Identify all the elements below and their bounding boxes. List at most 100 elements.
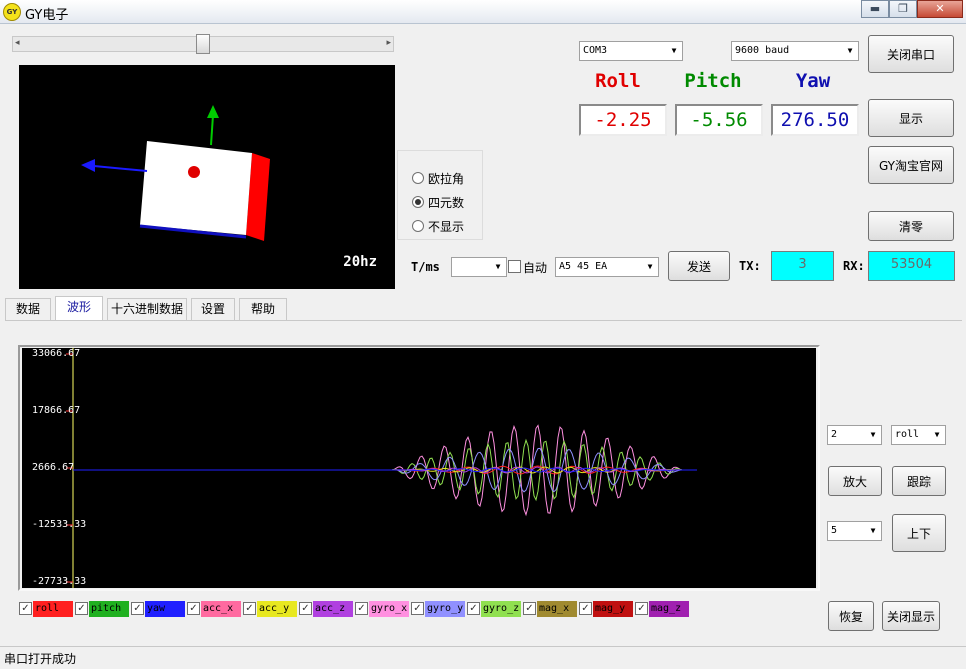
legend-checkbox[interactable]: ✓ [467,602,480,615]
rotation-slider[interactable]: ◂ ▸ [12,34,394,54]
baud-value: 9600 baud [735,45,790,56]
tab-panel-border [5,320,962,321]
chevron-down-icon[interactable]: ▼ [865,522,881,540]
y-tick-label: -27733.33 [32,576,87,587]
tx-label: TX: [739,259,761,273]
legend-checkbox[interactable]: ✓ [299,602,312,615]
minimize-icon: ▬ [869,2,881,15]
y-tick-label: 17866.67 [32,405,81,416]
orientation-3d-view: 20hz [19,65,395,289]
y-axis-arrow [207,105,219,118]
restore-button[interactable]: 恢复 [828,601,874,631]
chevron-down-icon[interactable]: ▼ [642,258,658,276]
step-value: 5 [831,525,838,536]
y-tick-label: 33066.67 [32,348,81,359]
command-select[interactable]: A5 45 EA ▼ [555,257,659,277]
tab-help[interactable]: 帮助 [239,298,287,320]
tab-settings[interactable]: 设置 [191,298,235,320]
radio-button[interactable] [412,196,424,208]
auto-checkbox[interactable] [508,260,521,273]
port-select[interactable]: COM3 ▼ [579,41,683,61]
window-title: GY电子 [25,8,69,23]
pitch-value: -5.56 [675,104,763,136]
status-text: 串口打开成功 [4,652,77,666]
baud-select[interactable]: 9600 baud ▼ [731,41,859,61]
maximize-button[interactable]: ❐ [889,0,917,18]
legend-label: pitch [89,601,129,617]
legend-label: acc_y [257,601,297,617]
legend-checkbox[interactable]: ✓ [355,602,368,615]
track-button[interactable]: 跟踪 [892,466,946,496]
chevron-down-icon[interactable]: ▼ [865,426,881,444]
waveform-plot: 33066.67 17866.67 2666.67 -12533.33 -277… [22,348,816,588]
y-tick-label: -12533.33 [32,519,87,530]
tab-waveform[interactable]: 波形 [55,296,103,320]
period-select[interactable]: ▼ [451,257,507,277]
legend-label: roll [33,601,73,617]
auto-label: 自动 [523,261,548,275]
yaw-value: 276.50 [771,104,859,136]
zoom-button[interactable]: 放大 [828,466,882,496]
radio-button[interactable] [412,220,424,232]
legend-label: acc_x [201,601,241,617]
close-port-button[interactable]: 关闭串口 [868,35,954,73]
slider-right-arrow-icon[interactable]: ▸ [386,38,391,48]
website-button[interactable]: GY淘宝官网 [868,146,954,184]
channel-select[interactable]: roll ▼ [891,425,946,445]
x-axis-arrow [81,159,95,172]
box-front-face [140,141,252,235]
legend-checkbox[interactable]: ✓ [579,602,592,615]
yaw-label: Yaw [795,70,831,92]
legend-checkbox[interactable]: ✓ [243,602,256,615]
y-axis-line [210,114,214,146]
status-bar: 串口打开成功 [0,646,966,669]
legend-checkbox[interactable]: ✓ [523,602,536,615]
channel-value: roll [895,429,920,440]
radio-label: 不显示 [428,220,465,234]
app-logo-icon: GY [3,3,21,21]
minimize-button[interactable]: ▬ [861,0,889,18]
legend-checkbox[interactable]: ✓ [187,602,200,615]
maximize-icon: ❐ [898,2,908,15]
legend-checkbox[interactable]: ✓ [19,602,32,615]
slider-thumb[interactable] [196,34,210,54]
tab-data[interactable]: 数据 [5,298,51,320]
center-dot [188,166,200,178]
x-axis-line [93,165,148,172]
radio-label: 四元数 [428,196,465,210]
legend-label: mag_x [537,601,577,617]
legend-checkbox[interactable]: ✓ [75,602,88,615]
title-bar: GY GY电子 ▬ ❐ ✕ [0,0,966,24]
3d-model-graphic [81,105,270,241]
chevron-down-icon[interactable]: ▼ [490,258,506,276]
slider-left-arrow-icon[interactable]: ◂ [15,38,20,48]
legend-label: mag_z [649,601,689,617]
roll-value: -2.25 [579,104,667,136]
legend-label: acc_z [313,601,353,617]
tx-count: 3 [771,251,834,281]
chevron-down-icon[interactable]: ▼ [929,426,945,444]
scale-select[interactable]: 2 ▼ [827,425,882,445]
legend-checkbox[interactable]: ✓ [131,602,144,615]
close-window-button[interactable]: ✕ [917,0,963,18]
display-mode-group: 欧拉角 四元数 不显示 [397,150,483,240]
update-rate-label: 20hz [343,254,377,270]
updown-button[interactable]: 上下 [892,514,946,552]
tab-hex-data[interactable]: 十六进制数据 [107,298,187,320]
rx-count: 53504 [868,251,955,281]
command-value: A5 45 EA [559,261,608,272]
radio-label: 欧拉角 [428,172,465,186]
show-button[interactable]: 显示 [868,99,954,137]
radio-button[interactable] [412,172,424,184]
send-button[interactable]: 发送 [668,251,730,281]
chevron-down-icon[interactable]: ▼ [842,42,858,60]
step-select[interactable]: 5 ▼ [827,521,882,541]
rx-label: RX: [843,259,865,273]
close-display-button[interactable]: 关闭显示 [882,601,940,631]
legend-checkbox[interactable]: ✓ [635,602,648,615]
chevron-down-icon[interactable]: ▼ [666,42,682,60]
port-value: COM3 [583,45,608,56]
pitch-label: Pitch [684,70,742,92]
zero-button[interactable]: 清零 [868,211,954,241]
legend-checkbox[interactable]: ✓ [411,602,424,615]
